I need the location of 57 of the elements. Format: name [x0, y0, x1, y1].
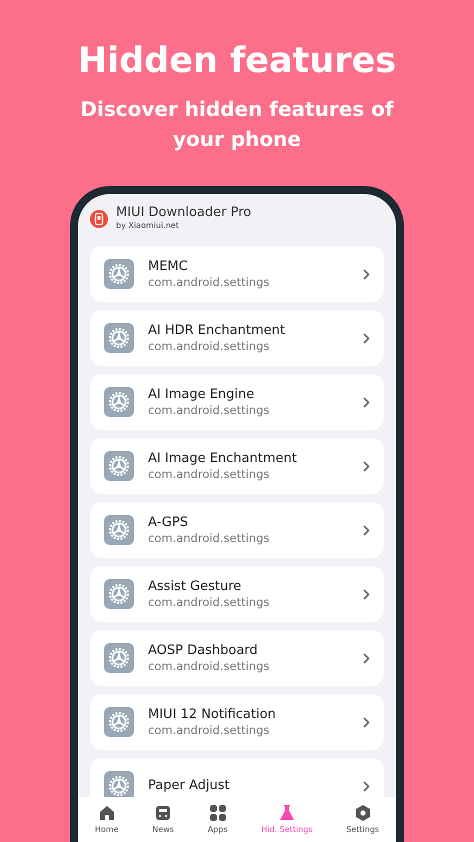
home-icon — [98, 804, 116, 822]
list-item[interactable]: AOSP Dashboard com.android.settings — [90, 630, 384, 686]
gear-icon — [104, 451, 134, 482]
app-logo-icon — [90, 210, 108, 228]
list-item[interactable]: AI HDR Enchantment com.android.settings — [90, 310, 384, 366]
item-package: com.android.settings — [148, 468, 270, 482]
item-package: com.android.settings — [148, 724, 270, 738]
gear-icon — [104, 387, 134, 418]
item-package: com.android.settings — [148, 596, 270, 610]
chevron-right-icon — [363, 780, 370, 792]
nav-tab[interactable]: Apps — [208, 804, 228, 836]
chevron-right-icon — [363, 652, 370, 664]
item-package: com.android.settings — [148, 340, 270, 354]
subheadline: Discover hidden features of your phone — [79, 96, 395, 153]
chevron-right-icon — [363, 332, 370, 344]
list-item[interactable]: MIUI 12 Notification com.android.settings — [90, 694, 384, 750]
list-item[interactable]: MEMC com.android.settings — [90, 246, 384, 302]
headline: Hidden features — [78, 40, 396, 82]
item-title: MIUI 12 Notification — [148, 707, 277, 724]
nav-tab[interactable]: News — [152, 804, 174, 836]
list-item[interactable]: AI Image Engine com.android.settings — [90, 374, 384, 430]
item-package: com.android.settings — [148, 276, 270, 290]
item-title: AI Image Enchantment — [148, 451, 298, 468]
news-icon — [154, 804, 172, 822]
gear-icon — [104, 323, 134, 354]
gear-icon — [104, 579, 134, 610]
item-package: com.android.settings — [148, 660, 270, 674]
gear-icon — [104, 643, 134, 674]
item-package: com.android.settings — [148, 404, 270, 418]
item-title: MEMC — [148, 259, 189, 276]
chevron-right-icon — [363, 268, 370, 280]
nav-tab[interactable]: Home — [94, 804, 119, 836]
item-title: AI Image Engine — [148, 387, 256, 404]
gear-icon — [104, 515, 134, 546]
chevron-right-icon — [363, 460, 370, 472]
item-package: com.android.settings — [148, 532, 270, 546]
hexagon-icon — [354, 804, 372, 822]
list-item[interactable]: Assist Gesture com.android.settings — [90, 566, 384, 622]
list-item[interactable]: Paper Adjust — [90, 758, 384, 797]
item-title: AI HDR Enchantment — [148, 323, 286, 340]
app-title: MIUI Downloader Pro — [116, 206, 252, 220]
chevron-right-icon — [363, 588, 370, 600]
list-item[interactable]: AI Image Enchantment com.android.settings — [90, 438, 384, 494]
app-subtitle: by Xiaomiui.net — [116, 220, 180, 232]
chevron-right-icon — [363, 524, 370, 536]
nav-tab[interactable]: Settings — [346, 804, 380, 836]
item-title: Assist Gesture — [148, 579, 242, 596]
apps-grid-icon — [208, 804, 227, 822]
item-title: Paper Adjust — [148, 778, 231, 794]
chevron-right-icon — [363, 396, 370, 408]
item-title: AOSP Dashboard — [148, 643, 259, 660]
gear-icon — [104, 259, 134, 290]
list-item[interactable]: A-GPS com.android.settings — [90, 502, 384, 558]
flask-icon — [278, 804, 296, 822]
chevron-right-icon — [363, 716, 370, 728]
item-title: A-GPS — [148, 515, 189, 532]
gear-icon — [104, 707, 134, 738]
